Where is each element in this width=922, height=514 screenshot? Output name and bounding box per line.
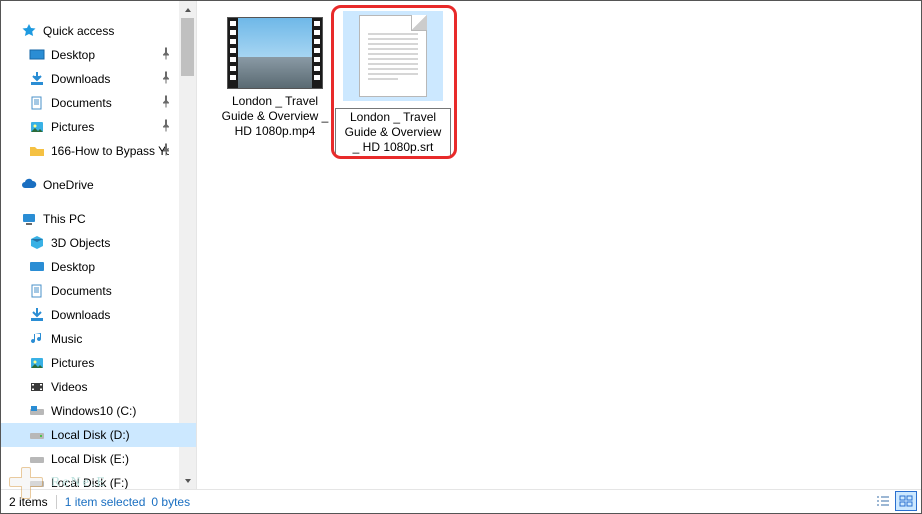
sidebar-item-label: 3D Objects bbox=[51, 236, 110, 250]
status-size: 0 bytes bbox=[151, 495, 190, 509]
drive-icon bbox=[29, 475, 45, 489]
downloads-icon bbox=[29, 307, 45, 323]
sidebar-item-label: Quick access bbox=[43, 24, 114, 38]
pictures-icon bbox=[29, 355, 45, 371]
sidebar-this-pc[interactable]: This PC bbox=[1, 207, 196, 231]
sidebar-item-label: OneDrive bbox=[43, 178, 94, 192]
sidebar-item-documents-2[interactable]: Documents bbox=[1, 279, 196, 303]
sidebar-item-drive-f[interactable]: Local Disk (F:) bbox=[1, 471, 196, 489]
sidebar-item-label: Local Disk (F:) bbox=[51, 476, 128, 489]
sidebar-item-downloads-2[interactable]: Downloads bbox=[1, 303, 196, 327]
file-item-srt[interactable]: London _ Travel Guide & Overview _ HD 10… bbox=[335, 11, 451, 157]
sidebar-item-label: Documents bbox=[51, 284, 112, 298]
sidebar-item-label: Windows10 (C:) bbox=[51, 404, 136, 418]
sidebar-item-label: Downloads bbox=[51, 308, 110, 322]
star-icon bbox=[21, 23, 37, 39]
sidebar-item-label: This PC bbox=[43, 212, 86, 226]
sidebar-item-desktop[interactable]: Desktop bbox=[1, 43, 196, 67]
view-large-icons-button[interactable] bbox=[895, 491, 917, 511]
sidebar-item-label: Pictures bbox=[51, 120, 94, 134]
documents-icon bbox=[29, 95, 45, 111]
sidebar-onedrive[interactable]: OneDrive bbox=[1, 173, 196, 197]
status-item-count: 2 items bbox=[9, 495, 48, 509]
sidebar-item-folder[interactable]: 166-How to Bypass You bbox=[1, 139, 196, 163]
file-list[interactable]: London _ Travel Guide & Overview _ HD 10… bbox=[197, 1, 921, 489]
pin-icon bbox=[160, 48, 172, 63]
drive-icon bbox=[29, 427, 45, 443]
sidebar-item-videos[interactable]: Videos bbox=[1, 375, 196, 399]
sidebar-item-3d-objects[interactable]: 3D Objects bbox=[1, 231, 196, 255]
sidebar-item-label: Downloads bbox=[51, 72, 110, 86]
drive-windows-icon bbox=[29, 403, 45, 419]
sidebar-item-documents[interactable]: Documents bbox=[1, 91, 196, 115]
chevron-down-icon bbox=[9, 26, 19, 36]
text-file-icon bbox=[359, 15, 427, 97]
computer-icon bbox=[21, 211, 37, 227]
sidebar-item-music[interactable]: Music bbox=[1, 327, 196, 351]
sidebar-item-label: Videos bbox=[51, 380, 87, 394]
file-name-label: London _ Travel Guide & Overview _ HD 10… bbox=[217, 93, 333, 140]
file-name-label: London _ Travel Guide & Overview _ HD 10… bbox=[335, 108, 451, 157]
navigation-pane[interactable]: Quick access Desktop Downloads Documents… bbox=[1, 1, 197, 489]
sidebar-item-drive-e[interactable]: Local Disk (E:) bbox=[1, 447, 196, 471]
sidebar-item-desktop-2[interactable]: Desktop bbox=[1, 255, 196, 279]
file-item-video[interactable]: London _ Travel Guide & Overview _ HD 10… bbox=[217, 17, 333, 140]
folder-icon bbox=[29, 143, 45, 159]
music-icon bbox=[29, 331, 45, 347]
chevron-right-icon bbox=[9, 180, 19, 190]
pin-icon bbox=[160, 96, 172, 111]
chevron-down-icon bbox=[9, 214, 19, 224]
status-selection: 1 item selected bbox=[65, 495, 146, 509]
desktop-icon bbox=[29, 47, 45, 63]
sidebar-item-label: Desktop bbox=[51, 260, 95, 274]
sidebar-item-pictures[interactable]: Pictures bbox=[1, 115, 196, 139]
pin-icon bbox=[160, 72, 172, 87]
sidebar-item-label: Music bbox=[51, 332, 82, 346]
cloud-icon bbox=[21, 177, 37, 193]
video-thumbnail bbox=[227, 17, 323, 89]
videos-icon bbox=[29, 379, 45, 395]
sidebar-item-label: Local Disk (E:) bbox=[51, 452, 129, 466]
sidebar-item-drive-d[interactable]: Local Disk (D:) bbox=[1, 423, 196, 447]
status-bar: 2 items 1 item selected 0 bytes bbox=[1, 489, 921, 513]
pictures-icon bbox=[29, 119, 45, 135]
pin-icon bbox=[160, 144, 172, 159]
sidebar-item-label: Documents bbox=[51, 96, 112, 110]
sidebar-quick-access[interactable]: Quick access bbox=[1, 19, 196, 43]
pin-icon bbox=[160, 120, 172, 135]
cube-icon bbox=[29, 235, 45, 251]
sidebar-item-pictures-2[interactable]: Pictures bbox=[1, 351, 196, 375]
sidebar-item-drive-c[interactable]: Windows10 (C:) bbox=[1, 399, 196, 423]
sidebar-item-label: Pictures bbox=[51, 356, 94, 370]
drive-icon bbox=[29, 451, 45, 467]
documents-icon bbox=[29, 283, 45, 299]
sidebar-item-label: Desktop bbox=[51, 48, 95, 62]
downloads-icon bbox=[29, 71, 45, 87]
sidebar-item-label: 166-How to Bypass You bbox=[51, 144, 169, 158]
sidebar-item-label: Local Disk (D:) bbox=[51, 428, 130, 442]
view-details-button[interactable] bbox=[872, 491, 894, 511]
sidebar-item-downloads[interactable]: Downloads bbox=[1, 67, 196, 91]
desktop-icon bbox=[29, 259, 45, 275]
